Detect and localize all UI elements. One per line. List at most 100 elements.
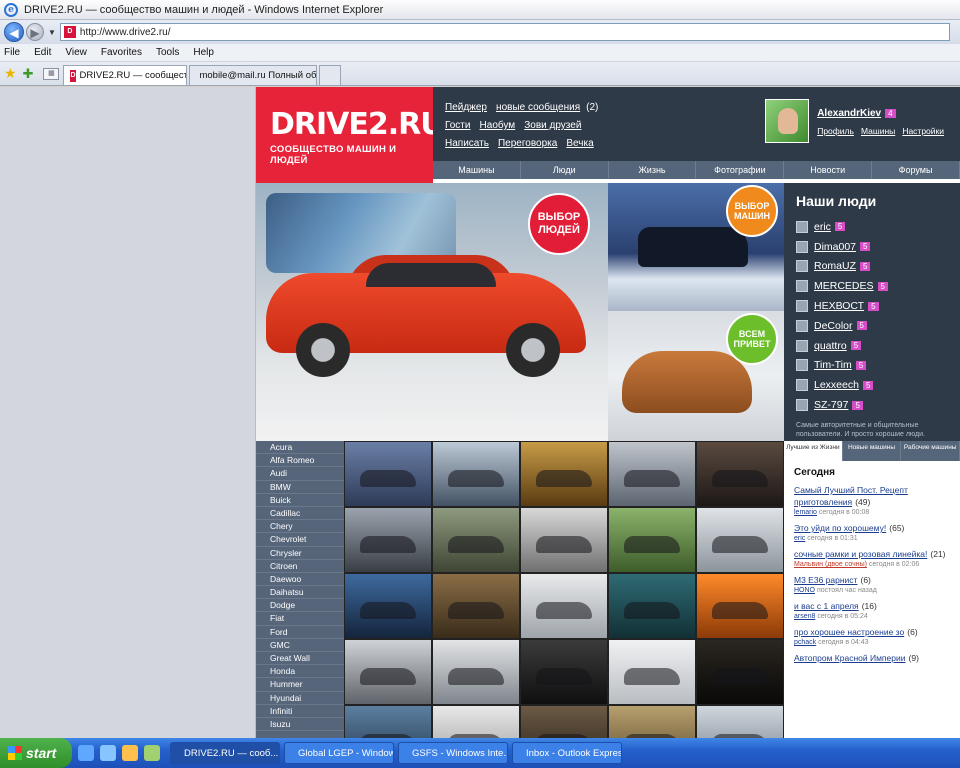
- car-photo-thumbnail[interactable]: [432, 705, 520, 738]
- person-avatar[interactable]: [796, 379, 808, 392]
- car-photo-thumbnail[interactable]: [520, 639, 608, 705]
- car-photo-thumbnail[interactable]: [432, 639, 520, 705]
- brand-item[interactable]: Chevrolet: [256, 533, 344, 547]
- car-photo-thumbnail[interactable]: [344, 441, 432, 507]
- chat-link[interactable]: Переговорка: [498, 138, 557, 149]
- car-photo-thumbnail[interactable]: [344, 507, 432, 573]
- brand-item[interactable]: Daihatsu: [256, 586, 344, 600]
- menu-favorites[interactable]: Favorites: [101, 47, 142, 58]
- car-photo-thumbnail[interactable]: [432, 441, 520, 507]
- tab-work-cars[interactable]: Рабочие машины: [901, 441, 960, 461]
- person-avatar[interactable]: [796, 399, 808, 412]
- car-photo-thumbnail[interactable]: [344, 573, 432, 639]
- address-input[interactable]: D http://www.drive2.ru/: [59, 23, 950, 41]
- cars-link[interactable]: Машины: [861, 126, 895, 136]
- nav-people[interactable]: Люди: [521, 161, 609, 179]
- guests-link[interactable]: Гости: [445, 120, 470, 131]
- person-item[interactable]: eric 5: [796, 217, 960, 237]
- brand-item[interactable]: Chrysler: [256, 547, 344, 560]
- brand-item[interactable]: Fiat: [256, 612, 344, 626]
- task-drive2[interactable]: DRIVE2.RU — сооб...: [170, 742, 280, 764]
- brand-item[interactable]: Isuzu: [256, 718, 344, 732]
- hero-photo[interactable]: ВЫБОР ЛЮДЕЙ: [256, 183, 608, 441]
- person-avatar[interactable]: [796, 240, 808, 253]
- car-photo-thumbnail[interactable]: [520, 507, 608, 573]
- new-messages-link[interactable]: новые сообщения: [496, 102, 580, 113]
- car-photo-thumbnail[interactable]: [608, 441, 696, 507]
- person-name[interactable]: НЕХВОСТ: [814, 300, 864, 312]
- person-avatar[interactable]: [796, 339, 808, 352]
- person-item[interactable]: DeColor 5: [796, 316, 960, 336]
- post-title-link[interactable]: про хорошее настроение зо: [794, 627, 904, 637]
- nav-life[interactable]: Жизнь: [609, 161, 697, 179]
- pager-link[interactable]: Пейджер: [445, 102, 487, 113]
- quick-tabs-icon[interactable]: ▦: [43, 67, 60, 80]
- car-photo-thumbnail[interactable]: [520, 573, 608, 639]
- car-photo-thumbnail[interactable]: [608, 639, 696, 705]
- write-link[interactable]: Написать: [445, 138, 489, 149]
- task-global-lgep[interactable]: Global LGEP - Window...: [284, 742, 394, 764]
- menu-file[interactable]: File: [4, 47, 20, 58]
- person-avatar[interactable]: [796, 220, 808, 233]
- car-photo-thumbnail[interactable]: [432, 507, 520, 573]
- person-item[interactable]: quattro 5: [796, 336, 960, 356]
- settings-link[interactable]: Настройки: [902, 126, 944, 136]
- brand-item[interactable]: Chery: [256, 520, 344, 534]
- history-dropdown-icon[interactable]: ▼: [48, 28, 56, 37]
- person-avatar[interactable]: [796, 260, 808, 273]
- nav-photos[interactable]: Фотографии: [696, 161, 785, 179]
- post-author-link[interactable]: pchack: [794, 639, 816, 646]
- start-button[interactable]: start: [0, 738, 72, 768]
- person-item[interactable]: Dima007 5: [796, 237, 960, 257]
- person-item[interactable]: RomaUZ 5: [796, 257, 960, 277]
- task-inbox[interactable]: Inbox - Outlook Express: [512, 742, 622, 764]
- featured-photo-suv[interactable]: ВЫБОР МАШИН: [608, 183, 784, 311]
- add-favorite-icon[interactable]: ✚: [23, 66, 34, 82]
- person-item[interactable]: НЕХВОСТ 5: [796, 296, 960, 316]
- quicklaunch-app-icon[interactable]: [144, 745, 160, 761]
- person-item[interactable]: SZ-797 5: [796, 395, 960, 415]
- post-title-link[interactable]: Автопром Красной Империи: [794, 653, 905, 663]
- brand-item[interactable]: Alfa Romeo: [256, 454, 344, 468]
- favorites-star-icon[interactable]: ★: [4, 65, 17, 82]
- person-item[interactable]: MERCEDES 5: [796, 276, 960, 296]
- site-logo[interactable]: DRIVE2.RU СООБЩЕСТВО МАШИН И ЛЮДЕЙ: [256, 87, 445, 183]
- person-name[interactable]: eric: [814, 221, 831, 233]
- brand-item[interactable]: Great Wall: [256, 652, 344, 666]
- person-item[interactable]: Tim-Tim 5: [796, 356, 960, 376]
- forward-button[interactable]: ▶: [26, 23, 44, 41]
- venue-link[interactable]: Вечка: [566, 138, 593, 149]
- brand-item[interactable]: Infiniti: [256, 705, 344, 718]
- brand-item[interactable]: Cadillac: [256, 507, 344, 521]
- post-author-link[interactable]: HONO: [794, 587, 815, 594]
- person-name[interactable]: quattro: [814, 340, 847, 352]
- post-title-link[interactable]: и вас с 1 апреля: [794, 601, 859, 611]
- person-avatar[interactable]: [796, 280, 808, 293]
- person-name[interactable]: DeColor: [814, 320, 853, 332]
- post-title-link[interactable]: Самый Лучший Пост. Рецепт приготовления: [794, 485, 908, 507]
- person-name[interactable]: Lexxeech: [814, 379, 859, 391]
- task-gsfs[interactable]: GSFS - Windows Inte...: [398, 742, 508, 764]
- car-photo-thumbnail[interactable]: [696, 441, 784, 507]
- person-avatar[interactable]: [796, 359, 808, 372]
- brand-item[interactable]: Audi: [256, 467, 344, 481]
- car-photo-thumbnail[interactable]: [608, 573, 696, 639]
- post-title-link[interactable]: сочные рамки и розовая линейка!: [794, 549, 927, 559]
- brand-item[interactable]: Ford: [256, 626, 344, 639]
- person-avatar[interactable]: [796, 300, 808, 313]
- car-photo-thumbnail[interactable]: [432, 573, 520, 639]
- car-photo-thumbnail[interactable]: [696, 507, 784, 573]
- car-photo-thumbnail[interactable]: [344, 639, 432, 705]
- avatar[interactable]: [765, 99, 810, 143]
- car-photo-thumbnail[interactable]: [696, 705, 784, 738]
- brand-item[interactable]: Acura: [256, 441, 344, 455]
- username-link[interactable]: AlexandrKiev: [817, 108, 881, 119]
- post-title-link[interactable]: Это уйди по хорошему!: [794, 523, 886, 533]
- post-author-link[interactable]: Мальвин (двое сочны): [794, 561, 867, 568]
- person-avatar[interactable]: [796, 319, 808, 332]
- post-author-link[interactable]: lemario: [794, 509, 817, 516]
- brand-item[interactable]: Dodge: [256, 599, 344, 613]
- menu-help[interactable]: Help: [193, 47, 214, 58]
- car-photo-thumbnail[interactable]: [520, 705, 608, 738]
- post-author-link[interactable]: eric: [794, 535, 805, 542]
